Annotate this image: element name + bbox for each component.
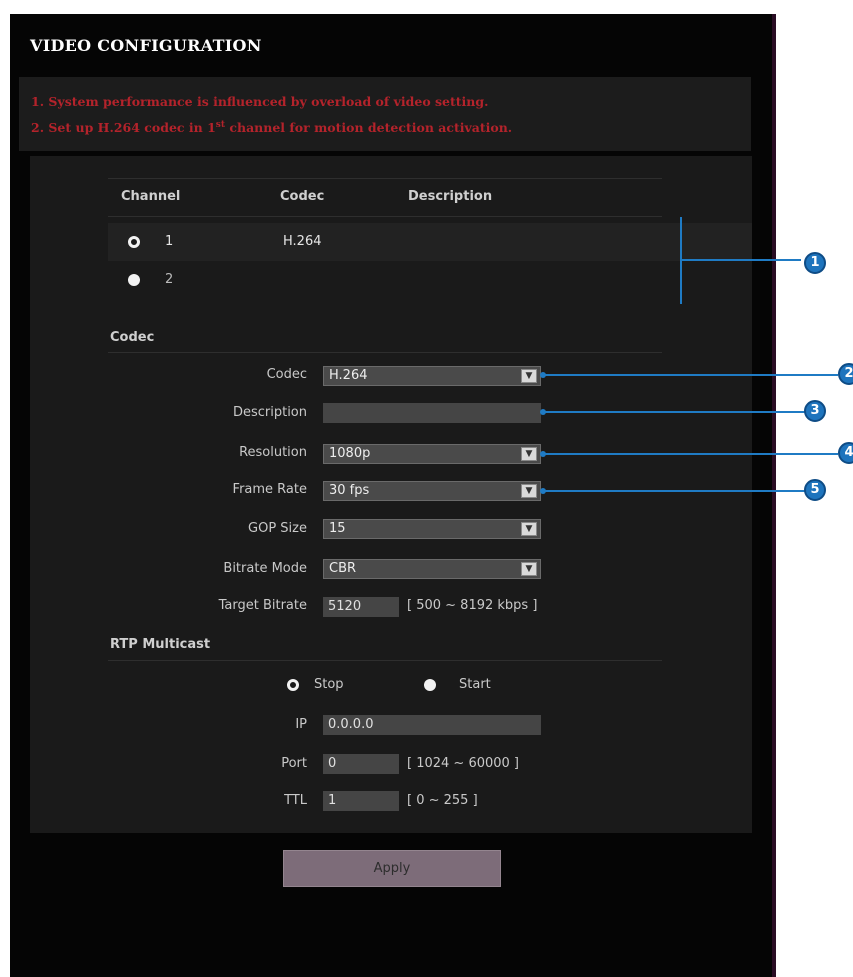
stop-radio[interactable] bbox=[287, 679, 299, 691]
frame-edge bbox=[772, 14, 776, 977]
callout-line-2 bbox=[543, 374, 838, 376]
chevron-down-icon[interactable]: ▼ bbox=[521, 484, 537, 498]
target-bitrate-input[interactable]: 5120 bbox=[323, 597, 399, 617]
ip-value: 0.0.0.0 bbox=[328, 717, 374, 732]
callout-line-1 bbox=[681, 259, 801, 261]
rtp-section-heading: RTP Multicast bbox=[110, 637, 211, 652]
port-input[interactable]: 0 bbox=[323, 754, 399, 774]
start-label: Start bbox=[459, 677, 491, 692]
callout-line-3 bbox=[543, 411, 805, 413]
codec-select-value: H.264 bbox=[329, 368, 368, 383]
apply-button[interactable]: Apply bbox=[283, 850, 501, 887]
target-bitrate-value: 5120 bbox=[328, 599, 362, 614]
codec-section-heading: Codec bbox=[110, 330, 155, 345]
channel-codec: H.264 bbox=[283, 234, 322, 249]
divider bbox=[108, 216, 662, 217]
port-value: 0 bbox=[328, 756, 337, 771]
column-header-channel: Channel bbox=[121, 189, 181, 204]
resolution-select-value: 1080p bbox=[329, 446, 371, 461]
callout-line-5 bbox=[543, 490, 805, 492]
codec-select[interactable]: H.264 ▼ bbox=[323, 366, 541, 386]
ttl-input[interactable]: 1 bbox=[323, 791, 399, 811]
chevron-down-icon[interactable]: ▼ bbox=[521, 562, 537, 576]
frame-rate-label: Frame Rate bbox=[232, 482, 307, 497]
notice-line-1: 1. System performance is influenced by o… bbox=[31, 94, 489, 109]
channel-2-radio[interactable] bbox=[128, 274, 140, 286]
resolution-label: Resolution bbox=[239, 445, 307, 460]
notice-box: 1. System performance is influenced by o… bbox=[19, 77, 751, 151]
chevron-down-icon[interactable]: ▼ bbox=[521, 522, 537, 536]
chevron-down-icon[interactable]: ▼ bbox=[521, 369, 537, 383]
description-field[interactable] bbox=[323, 403, 541, 423]
frame-rate-select[interactable]: 30 fps ▼ bbox=[323, 481, 541, 501]
channel-1-radio[interactable] bbox=[128, 236, 140, 248]
column-header-codec: Codec bbox=[280, 189, 325, 204]
divider bbox=[108, 660, 662, 661]
table-row-selected-highlight bbox=[108, 223, 752, 261]
callout-line-4 bbox=[543, 453, 838, 455]
callout-badge-1: 1 bbox=[804, 252, 826, 274]
callout-badge-4: 4 bbox=[838, 442, 853, 464]
ttl-label: TTL bbox=[284, 793, 307, 808]
callout-badge-2: 2 bbox=[838, 363, 853, 385]
gop-size-label: GOP Size bbox=[248, 521, 307, 536]
port-range: [ 1024 ~ 60000 ] bbox=[407, 756, 520, 771]
ip-label: IP bbox=[295, 717, 307, 732]
divider bbox=[108, 352, 662, 353]
divider bbox=[108, 178, 662, 179]
channel-number: 2 bbox=[165, 272, 174, 287]
codec-label: Codec bbox=[266, 367, 307, 382]
ttl-value: 1 bbox=[328, 793, 337, 808]
callout-badge-5: 5 bbox=[804, 479, 826, 501]
callout-badge-3: 3 bbox=[804, 400, 826, 422]
target-bitrate-range: [ 500 ~ 8192 kbps ] bbox=[407, 598, 538, 613]
ttl-range: [ 0 ~ 255 ] bbox=[407, 793, 478, 808]
bitrate-mode-select-value: CBR bbox=[329, 561, 357, 576]
page-title: VIDEO CONFIGURATION bbox=[30, 36, 262, 55]
bitrate-mode-select[interactable]: CBR ▼ bbox=[323, 559, 541, 579]
description-label: Description bbox=[232, 405, 307, 420]
target-bitrate-label: Target Bitrate bbox=[218, 598, 307, 613]
resolution-select[interactable]: 1080p ▼ bbox=[323, 444, 541, 464]
frame-rate-select-value: 30 fps bbox=[329, 483, 370, 498]
chevron-down-icon[interactable]: ▼ bbox=[521, 447, 537, 461]
channel-number: 1 bbox=[165, 234, 174, 249]
gop-size-select[interactable]: 15 ▼ bbox=[323, 519, 541, 539]
ip-input[interactable]: 0.0.0.0 bbox=[323, 715, 541, 735]
bitrate-mode-label: Bitrate Mode bbox=[223, 561, 307, 576]
start-radio[interactable] bbox=[424, 679, 436, 691]
notice-line-2: 2. Set up H.264 codec in 1st channel for… bbox=[31, 120, 513, 136]
stop-label: Stop bbox=[314, 677, 344, 692]
column-header-description: Description bbox=[408, 189, 493, 204]
port-label: Port bbox=[281, 756, 307, 771]
gop-size-select-value: 15 bbox=[329, 521, 346, 536]
